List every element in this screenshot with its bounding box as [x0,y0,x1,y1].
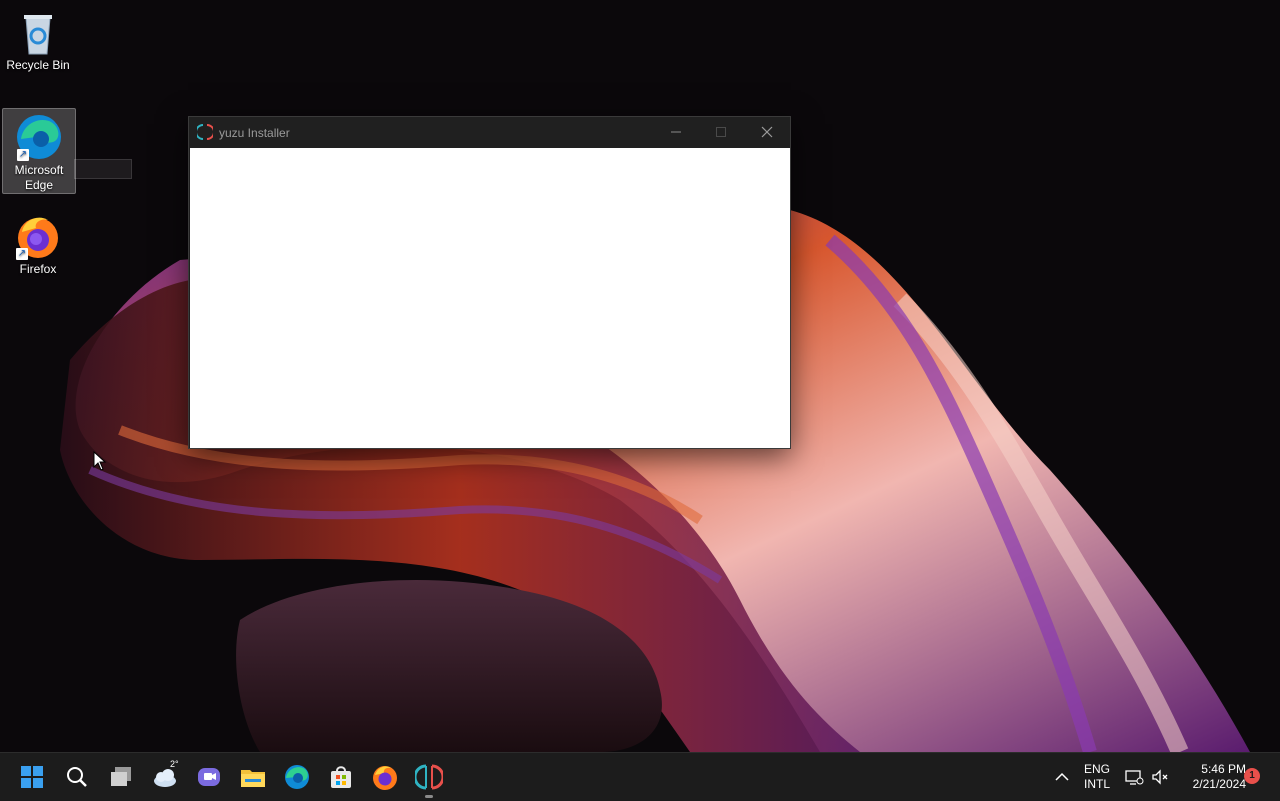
search-button[interactable] [63,763,91,791]
taskbar-yuzu-button[interactable] [415,763,443,798]
desktop-icon-label: Microsoft Edge [14,163,64,192]
store-icon [331,766,351,788]
firefox-icon [373,766,397,790]
minimize-icon [671,131,681,133]
window-title: yuzu Installer [219,126,290,140]
desktop-icon-label: Firefox [19,262,57,276]
taskbar-edge-button[interactable] [283,763,311,791]
network-button[interactable] [1124,767,1144,787]
taskbar-firefox-button[interactable] [371,763,399,791]
shortcut-arrow-icon: ↗ [17,149,29,161]
desktop-icon-firefox[interactable]: ↗ Firefox [2,208,74,277]
desktop-icon-recycle-bin[interactable]: Recycle Bin [2,4,74,73]
keyboard-layout: INTL [1083,777,1110,791]
yuzu-installer-window[interactable]: yuzu Installer [188,116,791,449]
clock-time: 5:46 PM [1201,762,1246,776]
chevron-up-icon [1055,772,1069,781]
language-indicator[interactable]: ENG INTL [1080,762,1114,792]
shortcut-arrow-icon: ↗ [16,248,28,260]
task-view-button[interactable] [107,763,135,791]
chat-icon [198,768,220,786]
tooltip-remnant [74,159,132,179]
teams-chat-button[interactable] [195,763,223,791]
clock[interactable]: 5:46 PM 2/21/2024 [1176,762,1246,792]
yuzu-icon [195,124,215,143]
language-code: ENG [1083,762,1110,776]
maximize-button[interactable] [698,117,744,147]
running-indicator [425,795,433,798]
mouse-cursor-icon [93,451,107,471]
yuzu-icon [415,764,443,790]
start-button[interactable] [18,763,46,791]
desktop-icon-label: Recycle Bin [6,58,70,72]
volume-button[interactable] [1150,767,1170,787]
desktop-icon-edge[interactable]: ↗ Microsoft Edge [2,108,76,194]
notification-badge[interactable]: 1 [1244,768,1260,784]
taskbar: ENG INTL 5:46 PM 2/21/2024 [0,752,1280,801]
edge-icon [285,765,309,789]
search-icon [67,767,87,787]
weather-temperature: 2° [170,759,179,769]
firefox-icon: ↗ [14,212,62,260]
folder-icon [241,770,265,787]
minimize-button[interactable] [653,117,699,147]
show-hidden-icons-button[interactable] [1052,767,1072,787]
microsoft-store-button[interactable] [327,763,355,791]
installer-content-area [190,148,790,448]
clock-date: 2/21/2024 [1192,777,1246,791]
recycle-bin-icon [14,8,62,56]
edge-icon: ↗ [15,113,63,161]
close-icon [761,126,773,138]
file-explorer-button[interactable] [239,763,267,791]
maximize-icon [716,127,726,137]
volume-muted-icon [1152,769,1168,785]
window-titlebar[interactable]: yuzu Installer [189,117,790,147]
close-button[interactable] [744,117,790,147]
windows-logo-icon [21,766,43,788]
task-view-icon [111,767,131,786]
network-disconnected-icon [1125,770,1144,785]
